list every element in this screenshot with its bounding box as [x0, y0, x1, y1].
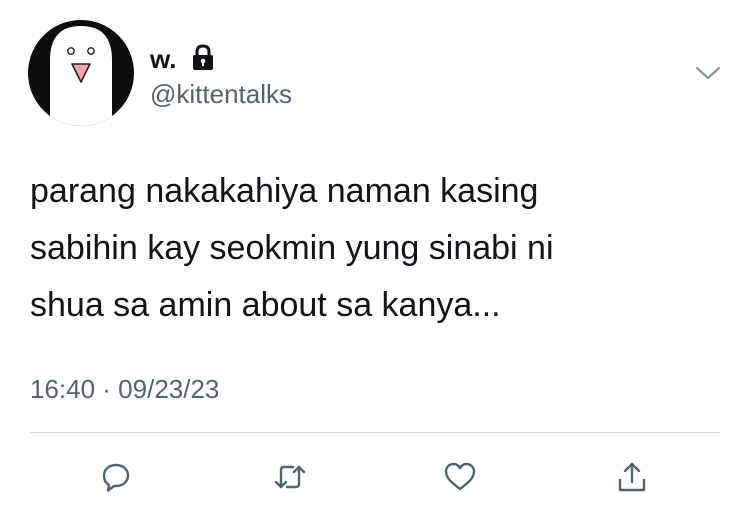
retweet-icon: [274, 465, 306, 489]
reply-icon: [102, 463, 130, 492]
avatar[interactable]: [28, 20, 134, 126]
reply-button[interactable]: [96, 457, 136, 497]
share-button[interactable]: [612, 457, 652, 497]
like-button[interactable]: [440, 457, 480, 497]
share-icon: [618, 462, 646, 492]
chevron-down-icon[interactable]: [694, 63, 722, 83]
lock-icon: [193, 44, 213, 70]
tweet-timestamp[interactable]: 16:40 · 09/23/23: [30, 372, 219, 406]
user-handle[interactable]: @kittentalks: [150, 79, 292, 109]
retweet-button[interactable]: [270, 457, 310, 497]
display-name[interactable]: w.: [150, 44, 176, 74]
tweet-text: parang nakakahiya naman kasing sabihin k…: [30, 172, 554, 324]
ghost-avatar-icon: [50, 26, 112, 126]
divider: [30, 432, 720, 433]
heart-icon: [444, 462, 476, 491]
